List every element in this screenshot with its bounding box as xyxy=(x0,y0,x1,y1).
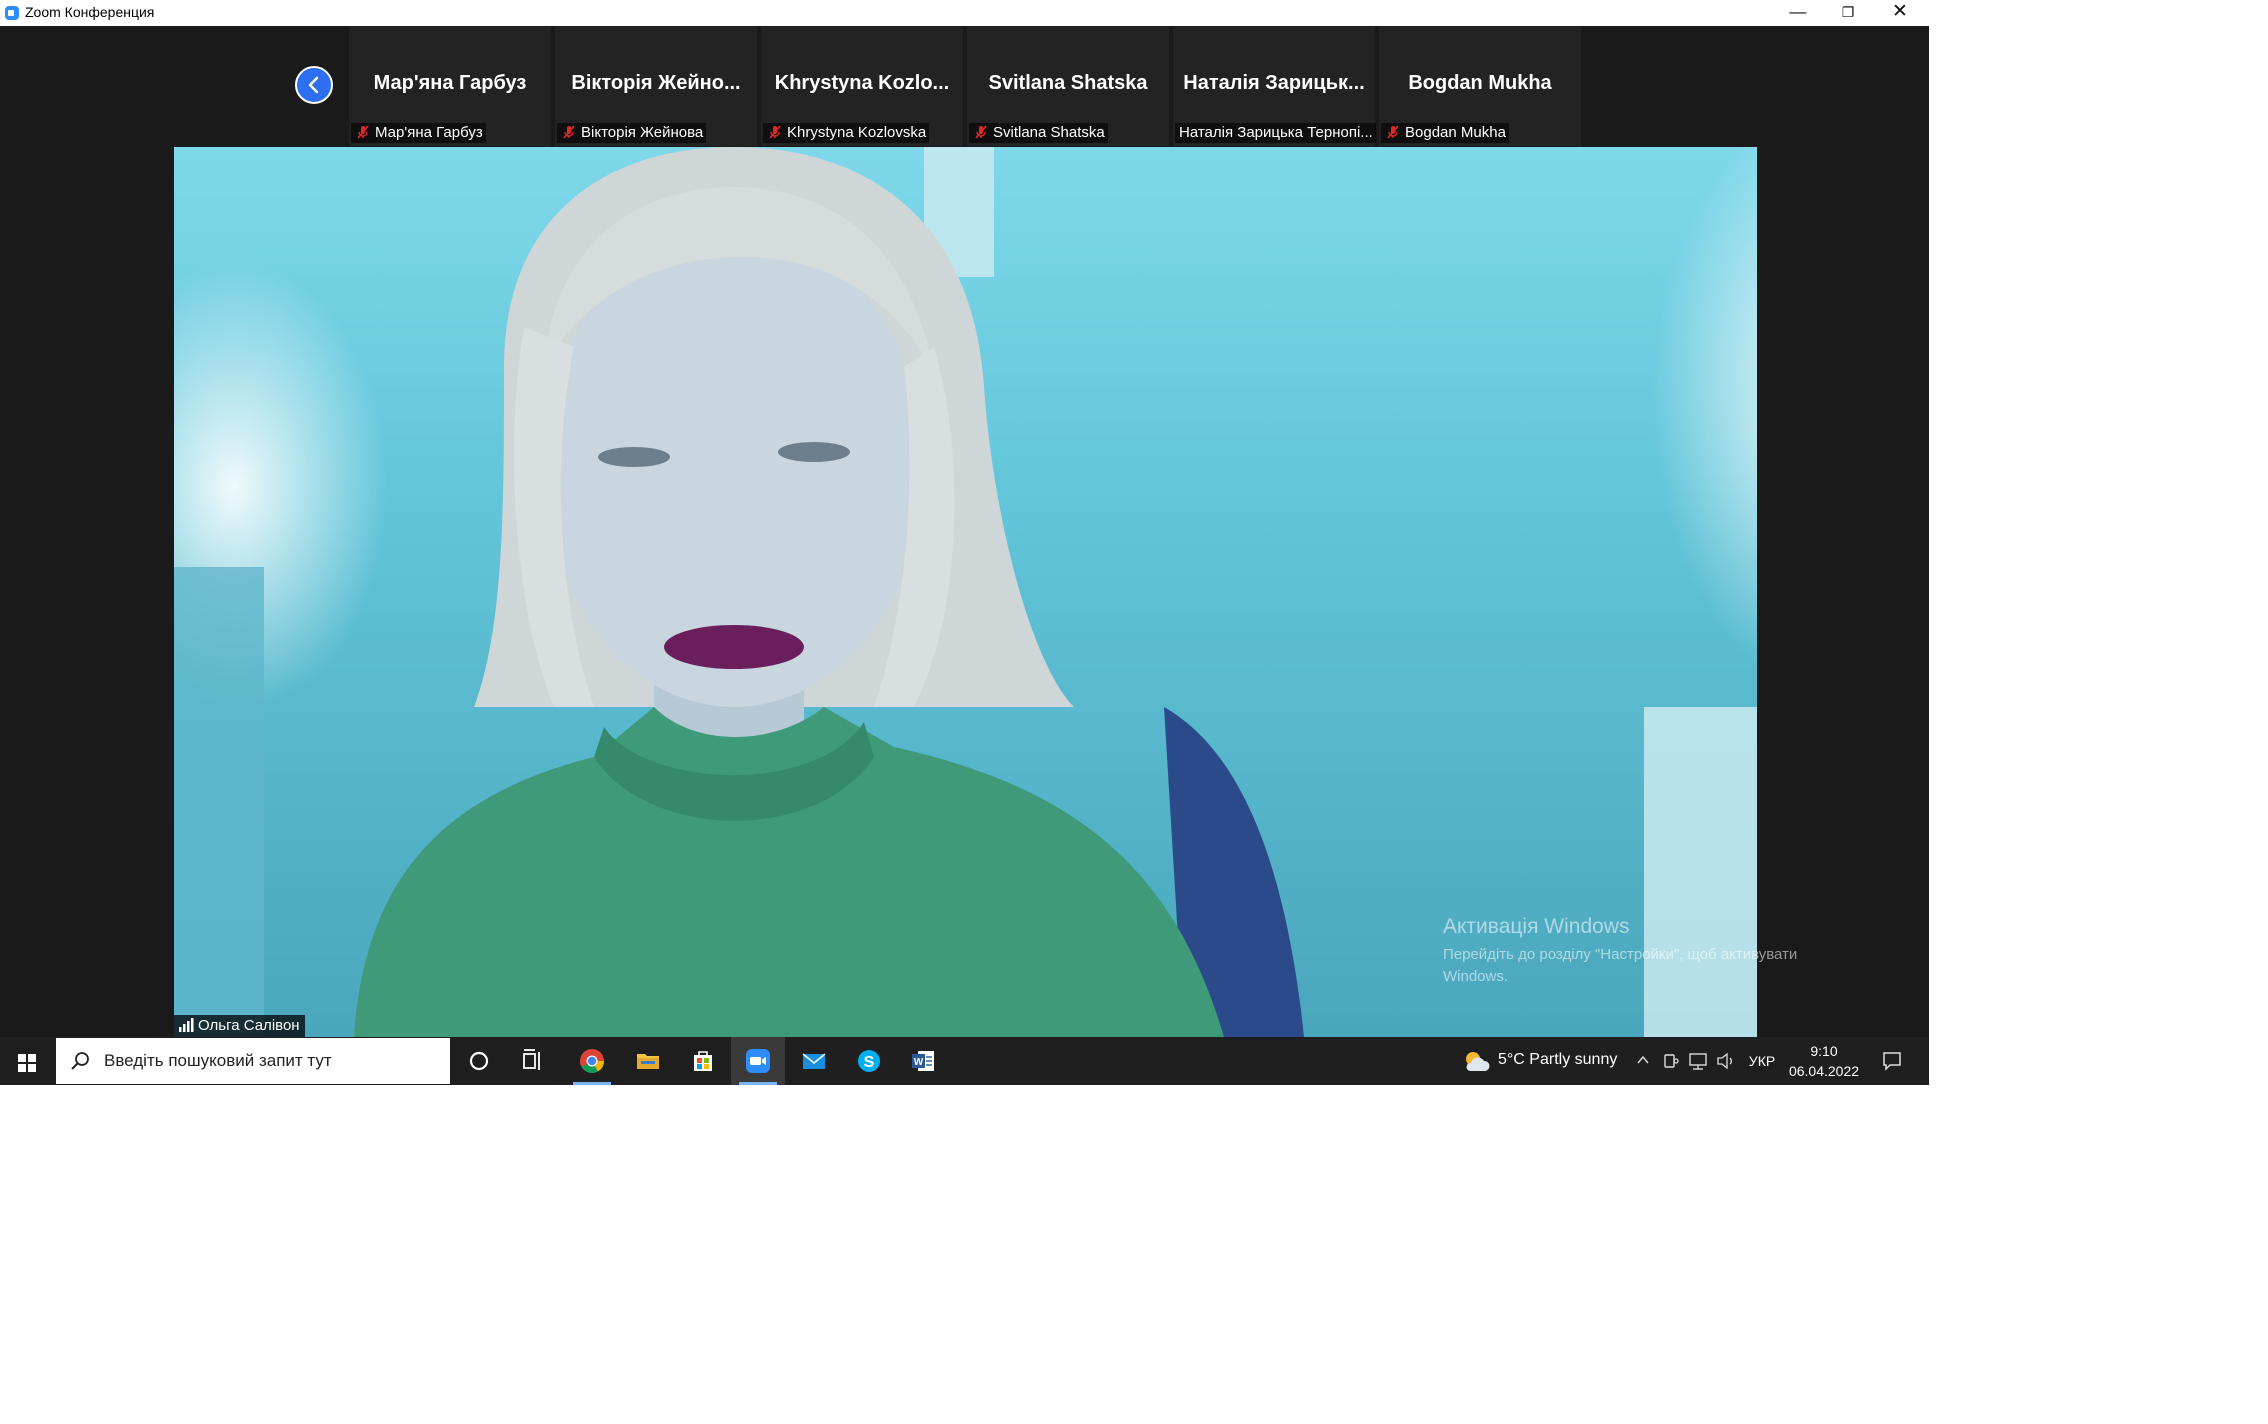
action-center-button[interactable] xyxy=(1870,1037,1914,1085)
taskbar-search-box[interactable] xyxy=(56,1038,450,1084)
task-view-button[interactable] xyxy=(506,1037,560,1085)
chrome-icon xyxy=(580,1049,604,1074)
file-explorer-button[interactable] xyxy=(621,1037,675,1085)
participant-name: Вікторія Жейно... xyxy=(571,72,741,94)
clock-date: 06.04.2022 xyxy=(1788,1063,1860,1079)
chevron-left-icon xyxy=(308,76,319,94)
title-bar: Zoom Конференция — ❐ ✕ xyxy=(0,0,1929,26)
minimize-button[interactable]: — xyxy=(1774,0,1822,26)
windows-activation-watermark: Активація Windows Перейдіть до розділу "… xyxy=(1443,915,1797,988)
chevron-up-icon[interactable] xyxy=(1637,1054,1649,1066)
zoom-taskbar-button[interactable] xyxy=(731,1037,785,1085)
search-icon xyxy=(71,1052,89,1070)
activation-title: Активація Windows xyxy=(1443,915,1630,938)
chrome-taskbar-button[interactable] xyxy=(565,1037,619,1085)
window-title: Zoom Конференция xyxy=(25,4,155,20)
signal-bars-icon xyxy=(179,1018,194,1032)
partly-sunny-icon xyxy=(1466,1052,1490,1071)
windows-logo-icon xyxy=(18,1054,36,1072)
participant-name: Bogdan Mukha xyxy=(1408,72,1552,94)
weather-widget[interactable]: 5°C Partly sunny xyxy=(1456,1037,1626,1085)
participant-label: Наталія Зарицька Тернопі... xyxy=(1175,123,1376,143)
participant-name: Наталія Зарицьк... xyxy=(1183,72,1365,94)
zoom-window: Zoom Конференция — ❐ ✕ Мар'яна Гарбуз Ма… xyxy=(0,0,1929,1085)
notifications-icon xyxy=(1883,1052,1901,1071)
participant-name: Svitlana Shatska xyxy=(988,72,1148,94)
participant-label: Вікторія Жейнова xyxy=(557,123,707,143)
participant-label-text: Наталія Зарицька Тернопі... xyxy=(1179,124,1373,141)
participant-tile[interactable]: Наталія Зарицьк... Наталія Зарицька Терн… xyxy=(1173,27,1376,146)
taskbar-clock[interactable]: 9:10 06.04.2022 xyxy=(1782,1037,1866,1085)
zoom-icon xyxy=(746,1049,770,1073)
speaker-video-frame xyxy=(174,147,1757,1037)
participant-name: Khrystyna Kozlo... xyxy=(774,72,950,94)
mic-muted-icon xyxy=(769,125,781,139)
input-language-indicator[interactable]: УКР xyxy=(1742,1037,1782,1085)
mic-muted-icon xyxy=(975,125,987,139)
weather-text: 5°C Partly sunny xyxy=(1498,1051,1618,1068)
clock-time: 9:10 xyxy=(1810,1043,1838,1059)
svg-text:S: S xyxy=(864,1054,875,1071)
activation-message: Перейдіть до розділу "Настройки", щоб ак… xyxy=(1443,944,1797,988)
participant-label-text: Svitlana Shatska xyxy=(993,124,1105,141)
speaker-name: Ольга Салівон xyxy=(198,1017,300,1034)
cortana-icon xyxy=(469,1051,489,1071)
main-video[interactable] xyxy=(174,147,1757,1037)
meet-now-icon[interactable] xyxy=(1663,1052,1679,1070)
search-input[interactable] xyxy=(102,1046,436,1076)
mic-muted-icon xyxy=(1387,125,1399,139)
skype-icon: S xyxy=(858,1050,880,1072)
file-explorer-icon xyxy=(637,1054,659,1069)
participant-tile[interactable]: Мар'яна Гарбуз Мар'яна Гарбуз xyxy=(349,27,551,146)
gallery-previous-button[interactable] xyxy=(295,66,333,104)
skype-button[interactable]: S xyxy=(842,1037,896,1085)
restore-button[interactable]: ❐ xyxy=(1824,0,1872,26)
start-button[interactable] xyxy=(0,1037,54,1085)
participant-label: Khrystyna Kozlovska xyxy=(763,123,930,143)
participant-tile[interactable]: Вікторія Жейно... Вікторія Жейнова xyxy=(555,27,757,146)
volume-icon[interactable] xyxy=(1716,1052,1736,1070)
participant-label-text: Мар'яна Гарбуз xyxy=(375,124,483,141)
participant-label-text: Bogdan Mukha xyxy=(1405,124,1506,141)
close-button[interactable]: ✕ xyxy=(1876,0,1924,26)
mail-icon xyxy=(802,1053,826,1069)
mic-muted-icon xyxy=(563,125,575,139)
running-indicator xyxy=(739,1082,777,1085)
windows-taskbar: S W 5°C Partly sunny УКР 9:10 06.04.2022 xyxy=(0,1037,1929,1085)
store-icon xyxy=(694,1051,712,1071)
mail-button[interactable] xyxy=(787,1037,841,1085)
participant-tile[interactable]: Bogdan Mukha Bogdan Mukha xyxy=(1379,27,1581,146)
activation-line-2: Windows. xyxy=(1443,968,1509,985)
word-icon: W xyxy=(912,1051,934,1071)
network-icon[interactable] xyxy=(1688,1052,1708,1070)
participant-label-text: Khrystyna Kozlovska xyxy=(787,124,927,141)
svg-text:W: W xyxy=(914,1057,924,1068)
participant-label: Svitlana Shatska xyxy=(969,123,1108,143)
running-indicator xyxy=(573,1082,611,1085)
word-button[interactable]: W xyxy=(896,1037,950,1085)
participant-tile[interactable]: Svitlana Shatska Svitlana Shatska xyxy=(967,27,1169,146)
mic-muted-icon xyxy=(357,125,369,139)
participant-label: Bogdan Mukha xyxy=(1381,123,1509,143)
cortana-button[interactable] xyxy=(452,1037,506,1085)
zoom-app-icon xyxy=(5,6,19,20)
participant-label-text: Вікторія Жейнова xyxy=(581,124,704,141)
task-view-icon xyxy=(523,1049,540,1070)
participant-name: Мар'яна Гарбуз xyxy=(373,72,527,94)
store-button[interactable] xyxy=(676,1037,730,1085)
participant-tile[interactable]: Khrystyna Kozlo... Khrystyna Kozlovska xyxy=(761,27,963,146)
speaker-name-label: Ольга Салівон xyxy=(174,1015,305,1037)
participant-label: Мар'яна Гарбуз xyxy=(351,123,486,143)
activation-line-1: Перейдіть до розділу "Настройки", щоб ак… xyxy=(1443,946,1798,963)
